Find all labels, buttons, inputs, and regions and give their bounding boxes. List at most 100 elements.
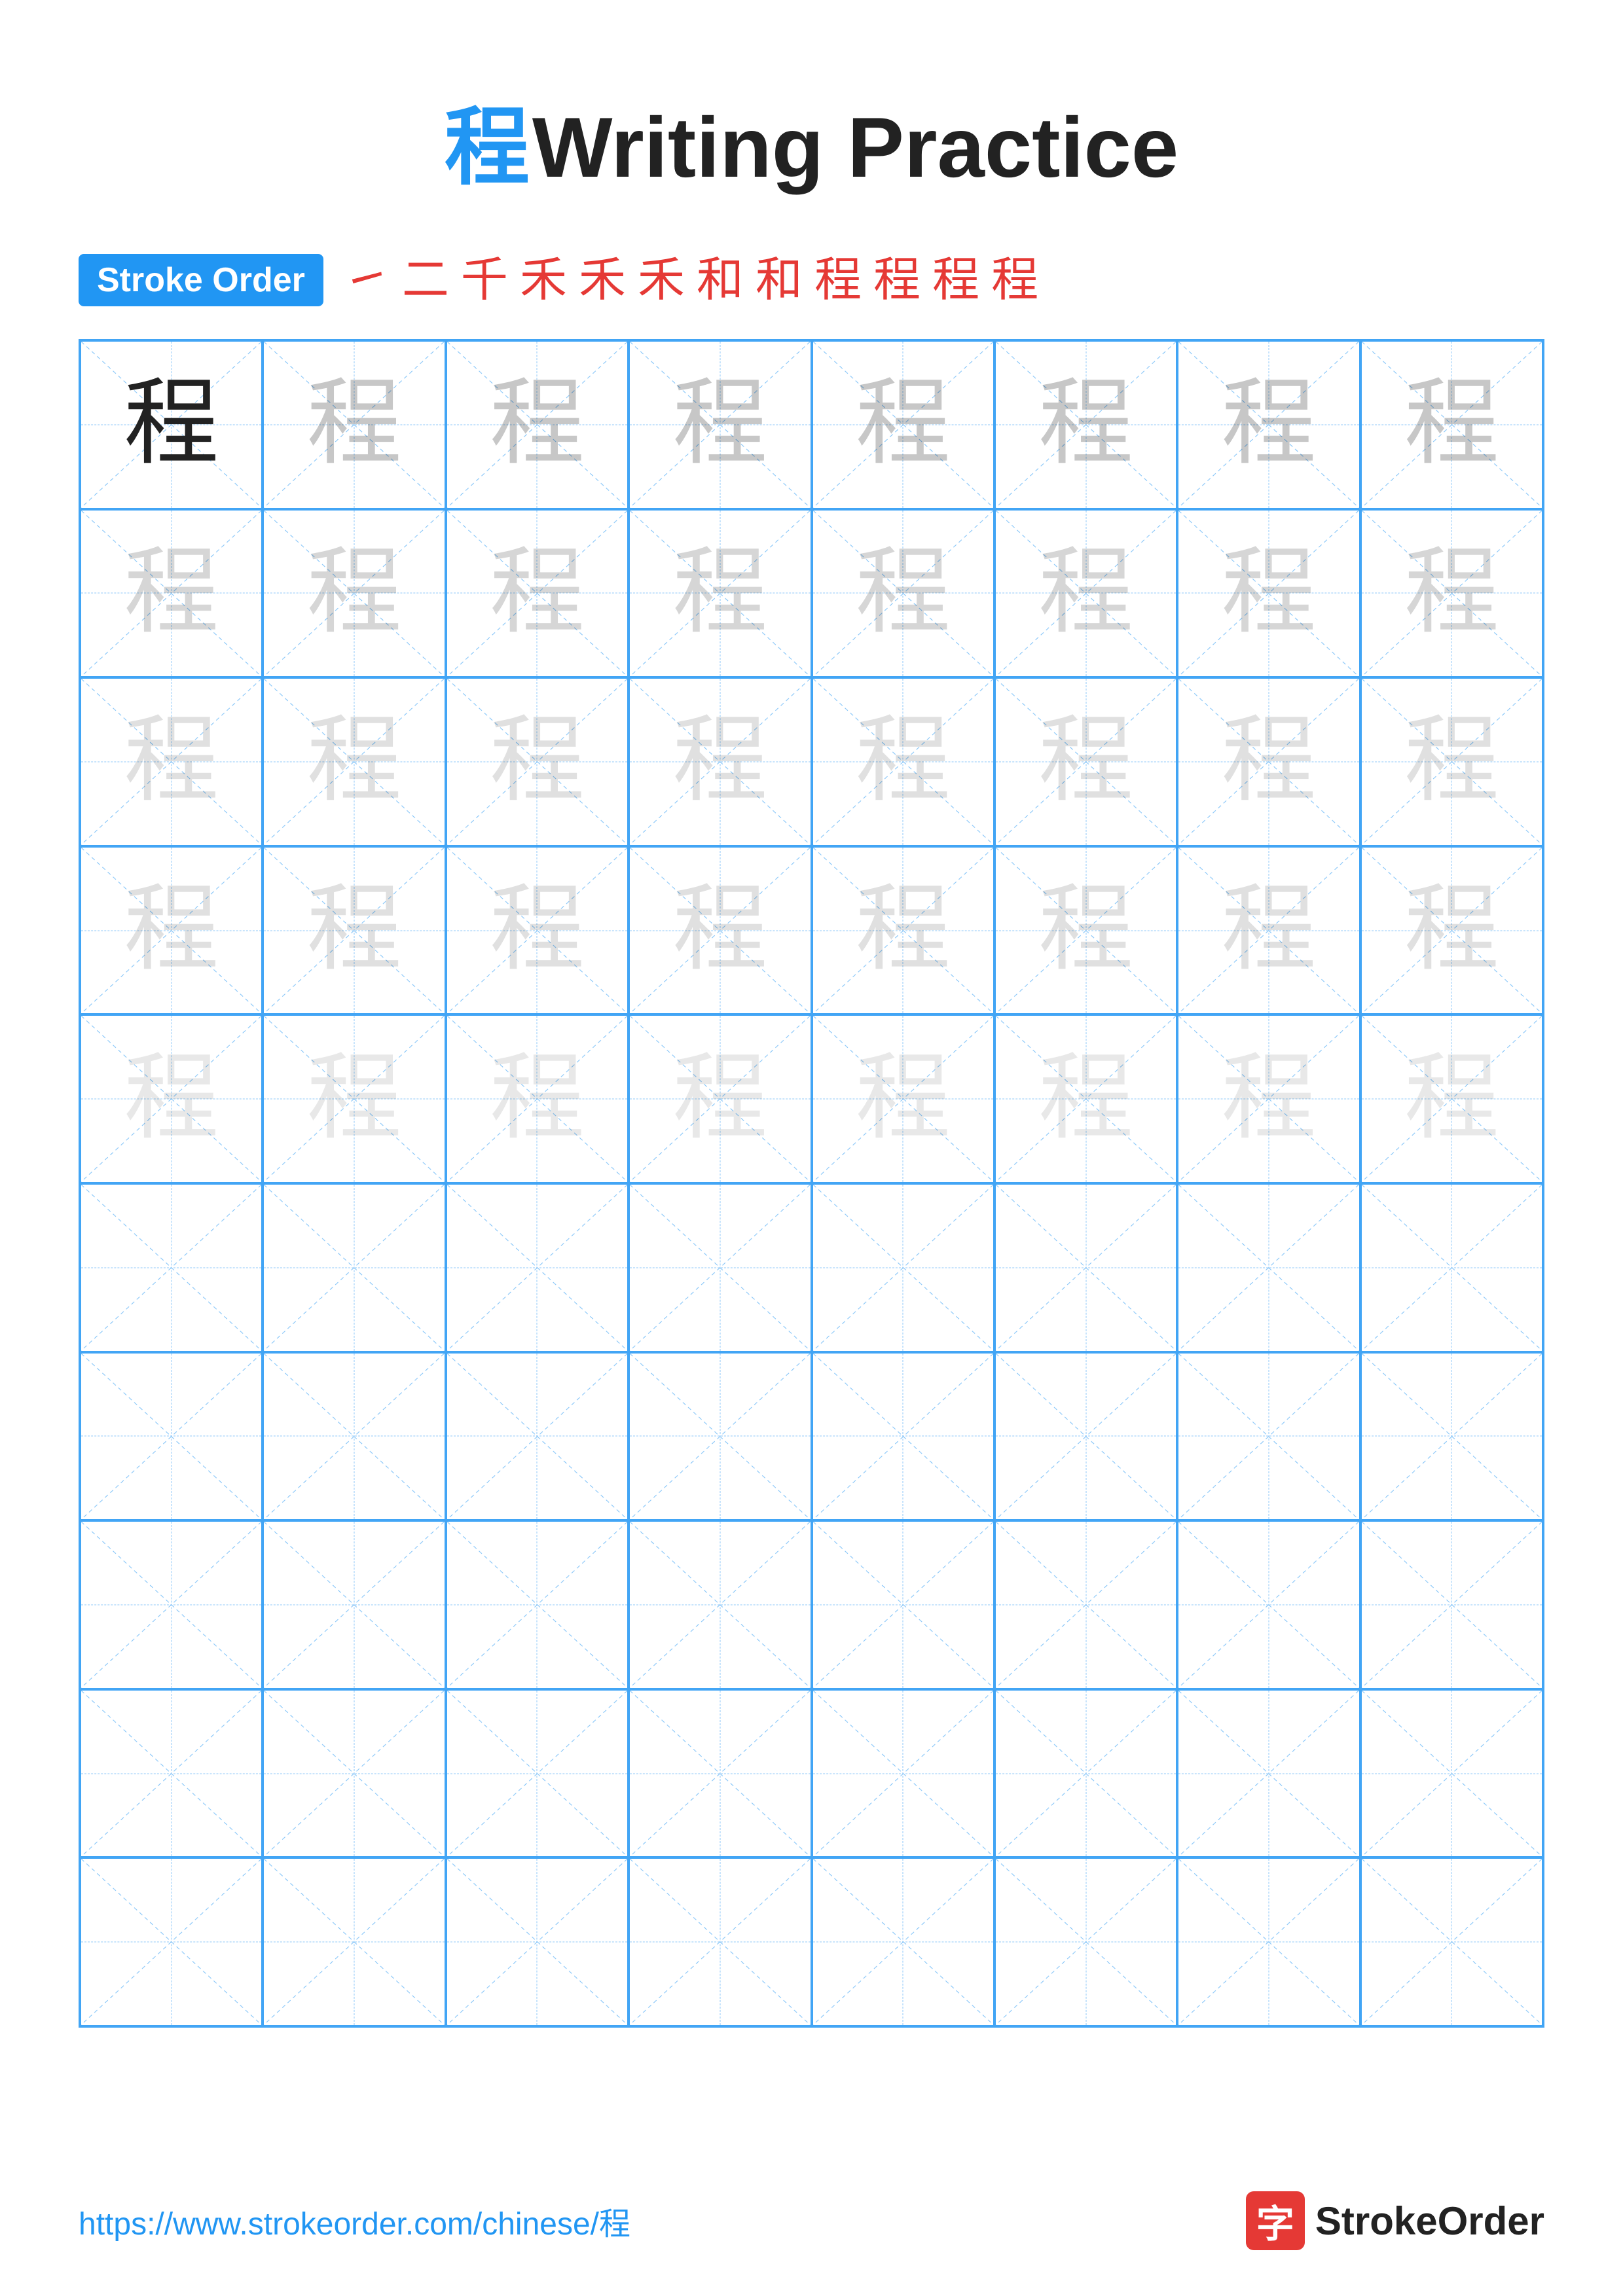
grid-cell[interactable]: 程 [629, 1014, 811, 1183]
grid-cell[interactable]: 程 [1177, 509, 1360, 678]
grid-cell[interactable]: 程 [1177, 340, 1360, 509]
practice-char: 程 [1038, 883, 1133, 978]
grid-cell[interactable]: 程 [994, 340, 1177, 509]
grid-cell[interactable] [1360, 1520, 1543, 1689]
grid-cell[interactable] [263, 1857, 445, 2026]
grid-cell[interactable]: 程 [263, 846, 445, 1015]
grid-cell[interactable]: 程 [1360, 846, 1543, 1015]
grid-cell[interactable]: 程 [1360, 509, 1543, 678]
grid-cell[interactable]: 程 [80, 1014, 263, 1183]
practice-char: 程 [1221, 1052, 1316, 1147]
practice-char: 程 [1038, 546, 1133, 641]
grid-cell[interactable]: 程 [446, 509, 629, 678]
grid-cell[interactable]: 程 [629, 677, 811, 846]
grid-cell[interactable]: 程 [629, 846, 811, 1015]
grid-cell[interactable]: 程 [812, 340, 994, 509]
grid-cell[interactable] [812, 1857, 994, 2026]
grid-cell[interactable] [446, 1520, 629, 1689]
grid-cell[interactable] [80, 1689, 263, 1858]
grid-cell[interactable] [1177, 1183, 1360, 1352]
grid-cell[interactable] [446, 1857, 629, 2026]
grid-cell[interactable]: 程 [1177, 677, 1360, 846]
practice-char: 程 [672, 883, 767, 978]
grid-cell[interactable] [263, 1352, 445, 1521]
grid-cell[interactable] [629, 1520, 811, 1689]
grid-cell[interactable]: 程 [994, 846, 1177, 1015]
grid-cell[interactable]: 程 [263, 1014, 445, 1183]
grid-cell[interactable] [263, 1520, 445, 1689]
grid-cell[interactable] [1360, 1183, 1543, 1352]
practice-char: 程 [1404, 714, 1499, 809]
grid-cell[interactable] [994, 1520, 1177, 1689]
stroke-3: 千 [461, 257, 508, 304]
grid-cell[interactable] [1177, 1352, 1360, 1521]
grid-cell[interactable]: 程 [629, 509, 811, 678]
grid-cell[interactable]: 程 [446, 1014, 629, 1183]
grid-cell[interactable] [446, 1352, 629, 1521]
footer-logo-text: StrokeOrder [1315, 2198, 1544, 2244]
grid-cell[interactable]: 程 [812, 1014, 994, 1183]
grid-cell[interactable] [1360, 1689, 1543, 1858]
practice-char: 程 [856, 546, 951, 641]
grid-cell[interactable]: 程 [80, 677, 263, 846]
grid-cell[interactable] [812, 1352, 994, 1521]
grid-cell[interactable]: 程 [812, 677, 994, 846]
practice-char: 程 [490, 1052, 585, 1147]
grid-cell[interactable]: 程 [1177, 846, 1360, 1015]
practice-char: 程 [124, 377, 219, 472]
grid-cell[interactable]: 程 [263, 509, 445, 678]
grid-cell[interactable] [263, 1689, 445, 1858]
grid-cell[interactable] [1177, 1857, 1360, 2026]
stroke-order-badge: Stroke Order [79, 254, 323, 306]
footer-url[interactable]: https://www.strokeorder.com/chinese/程 [79, 2198, 630, 2244]
grid-cell[interactable]: 程 [80, 340, 263, 509]
grid-cell[interactable]: 程 [80, 846, 263, 1015]
grid-cell[interactable] [80, 1520, 263, 1689]
practice-char: 程 [672, 1052, 767, 1147]
grid-cell[interactable] [812, 1689, 994, 1858]
grid-cell[interactable] [629, 1857, 811, 2026]
grid-cell[interactable]: 程 [1360, 1014, 1543, 1183]
grid-cell[interactable] [80, 1352, 263, 1521]
grid-cell[interactable] [629, 1689, 811, 1858]
grid-cell[interactable] [629, 1352, 811, 1521]
grid-cell[interactable] [994, 1183, 1177, 1352]
grid-cell[interactable]: 程 [1177, 1014, 1360, 1183]
grid-cell[interactable]: 程 [629, 340, 811, 509]
grid-cell[interactable]: 程 [994, 509, 1177, 678]
practice-char: 程 [856, 1052, 951, 1147]
grid-cell[interactable] [994, 1857, 1177, 2026]
grid-cell[interactable] [1360, 1352, 1543, 1521]
grid-cell[interactable] [812, 1183, 994, 1352]
grid-cell[interactable] [1177, 1520, 1360, 1689]
grid-cell[interactable] [1360, 1857, 1543, 2026]
grid-cell[interactable] [812, 1520, 994, 1689]
grid-cell[interactable]: 程 [1360, 340, 1543, 509]
footer-logo: 字 StrokeOrder [1246, 2191, 1544, 2250]
grid-cell[interactable]: 程 [1360, 677, 1543, 846]
grid-cell[interactable] [263, 1183, 445, 1352]
grid-cell[interactable]: 程 [994, 1014, 1177, 1183]
grid-cell[interactable] [446, 1689, 629, 1858]
grid-cell[interactable] [994, 1352, 1177, 1521]
grid-cell[interactable]: 程 [446, 846, 629, 1015]
stroke-12: 程 [991, 257, 1038, 304]
grid-cell[interactable]: 程 [446, 340, 629, 509]
grid-cell[interactable] [994, 1689, 1177, 1858]
grid-cell[interactable]: 程 [80, 509, 263, 678]
grid-cell[interactable] [1177, 1689, 1360, 1858]
grid-cell[interactable]: 程 [812, 846, 994, 1015]
grid-cell[interactable] [446, 1183, 629, 1352]
grid-cell[interactable] [80, 1857, 263, 2026]
grid-cell[interactable]: 程 [994, 677, 1177, 846]
grid-cell[interactable]: 程 [812, 509, 994, 678]
practice-char: 程 [124, 883, 219, 978]
grid-cell[interactable]: 程 [446, 677, 629, 846]
grid-cell[interactable] [80, 1183, 263, 1352]
grid-cell[interactable]: 程 [263, 340, 445, 509]
practice-char: 程 [856, 714, 951, 809]
practice-char: 程 [307, 1052, 402, 1147]
grid-cell[interactable]: 程 [263, 677, 445, 846]
grid-cell[interactable] [629, 1183, 811, 1352]
stroke-9: 程 [814, 257, 862, 304]
